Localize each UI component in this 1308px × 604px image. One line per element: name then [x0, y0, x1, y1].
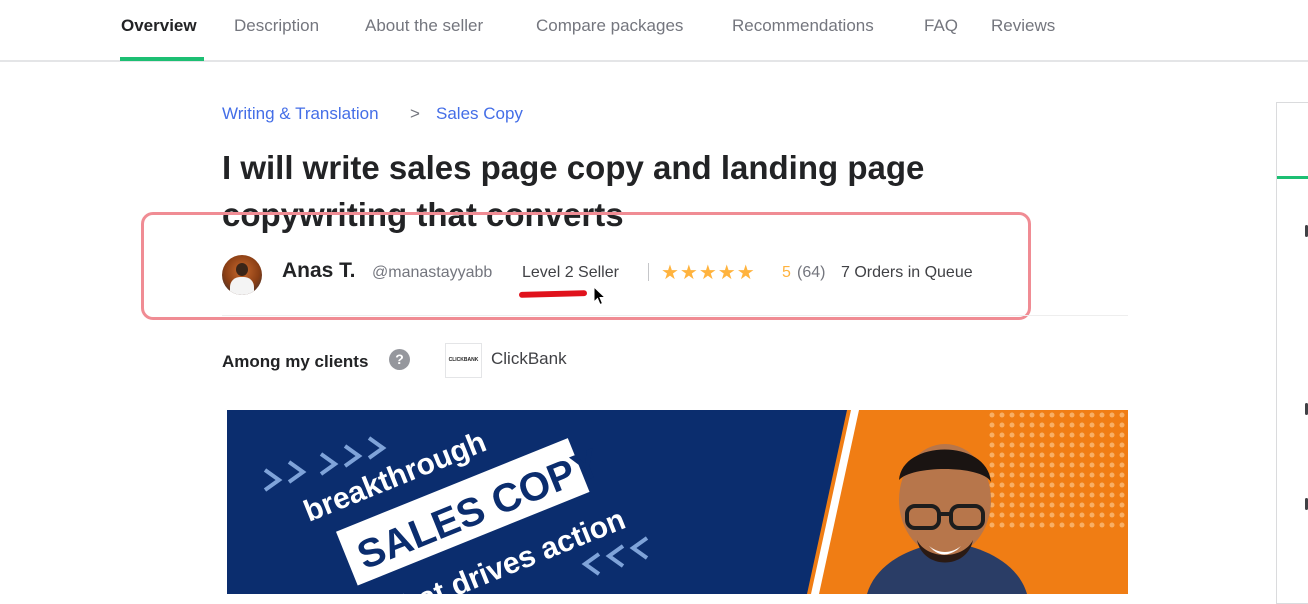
- seller-name-link[interactable]: Anas T.: [282, 259, 356, 283]
- chevron-right-icon: >: [410, 104, 420, 123]
- avatar-head: [236, 263, 248, 276]
- gig-nav-bar: Overview Description About the seller Co…: [0, 0, 1308, 62]
- package-tab-indicator: [1277, 176, 1308, 179]
- avatar-body: [230, 277, 254, 295]
- tab-overview[interactable]: Overview: [121, 16, 197, 36]
- banner-dots: [987, 410, 1128, 530]
- tab-recommendations[interactable]: Recommendations: [732, 16, 874, 36]
- section-divider: [222, 315, 1128, 316]
- gig-image[interactable]: breakthrough SALES COPY that drives acti…: [227, 410, 1128, 594]
- divider: [648, 263, 649, 281]
- seller-avatar[interactable]: [222, 255, 262, 295]
- tab-compare-packages[interactable]: Compare packages: [536, 16, 683, 36]
- help-icon[interactable]: ?: [389, 349, 410, 370]
- clients-label: Among my clients: [222, 352, 369, 371]
- breadcrumb-subcategory-link[interactable]: Sales Copy: [436, 104, 523, 124]
- orders-in-queue: 7 Orders in Queue: [841, 264, 973, 281]
- client-name: ClickBank: [491, 349, 567, 368]
- tab-description[interactable]: Description: [234, 16, 319, 36]
- package-panel: [1276, 102, 1308, 604]
- tab-reviews[interactable]: Reviews: [991, 16, 1055, 36]
- rating-score: 5: [782, 264, 791, 281]
- breadcrumb-category-link[interactable]: Writing & Translation: [222, 104, 379, 124]
- star-rating-icons: ★★★★★: [661, 262, 756, 284]
- tab-faq[interactable]: FAQ: [924, 16, 958, 36]
- tab-about-the-seller[interactable]: About the seller: [365, 16, 483, 36]
- gig-banner: breakthrough SALES COPY that drives acti…: [227, 410, 1128, 594]
- reviews-count-link[interactable]: (64): [797, 264, 825, 282]
- active-tab-indicator: [120, 57, 204, 61]
- mouse-cursor-icon: [593, 286, 607, 306]
- seller-level-badge: Level 2 Seller: [522, 264, 619, 281]
- seller-username: @manastayyabb: [372, 264, 493, 281]
- clickbank-logo: CLICKBANK: [445, 343, 482, 378]
